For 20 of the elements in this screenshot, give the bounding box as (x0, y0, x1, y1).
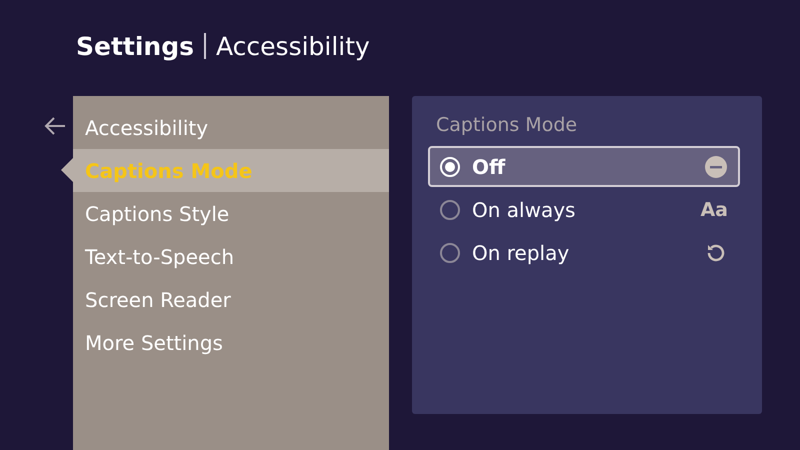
option-label: On replay (472, 240, 570, 264)
panel-title: Captions Mode (435, 114, 578, 138)
back-arrow-icon[interactable] (43, 116, 67, 136)
menu-item[interactable]: Screen Reader (73, 278, 389, 321)
minus-icon (704, 154, 728, 178)
font-size-label: Aa (700, 198, 728, 220)
page-subtitle: Accessibility (216, 32, 370, 60)
radio-button[interactable] (440, 200, 460, 220)
caption-option[interactable]: On replay (428, 232, 740, 273)
menu-item[interactable]: Accessibility (73, 106, 389, 149)
caption-option[interactable]: Off (428, 146, 740, 187)
radio-button[interactable] (440, 242, 460, 262)
option-label: Off (472, 154, 506, 178)
menu-item[interactable]: Captions Style (73, 192, 389, 235)
menu-item[interactable]: Text-to-Speech (73, 235, 389, 278)
menu-item[interactable]: More Settings (73, 321, 389, 364)
option-label: On always (472, 198, 576, 222)
selection-pointer (61, 158, 73, 182)
caption-option[interactable]: On always Aa (428, 189, 740, 230)
settings-title: Settings (76, 32, 194, 60)
